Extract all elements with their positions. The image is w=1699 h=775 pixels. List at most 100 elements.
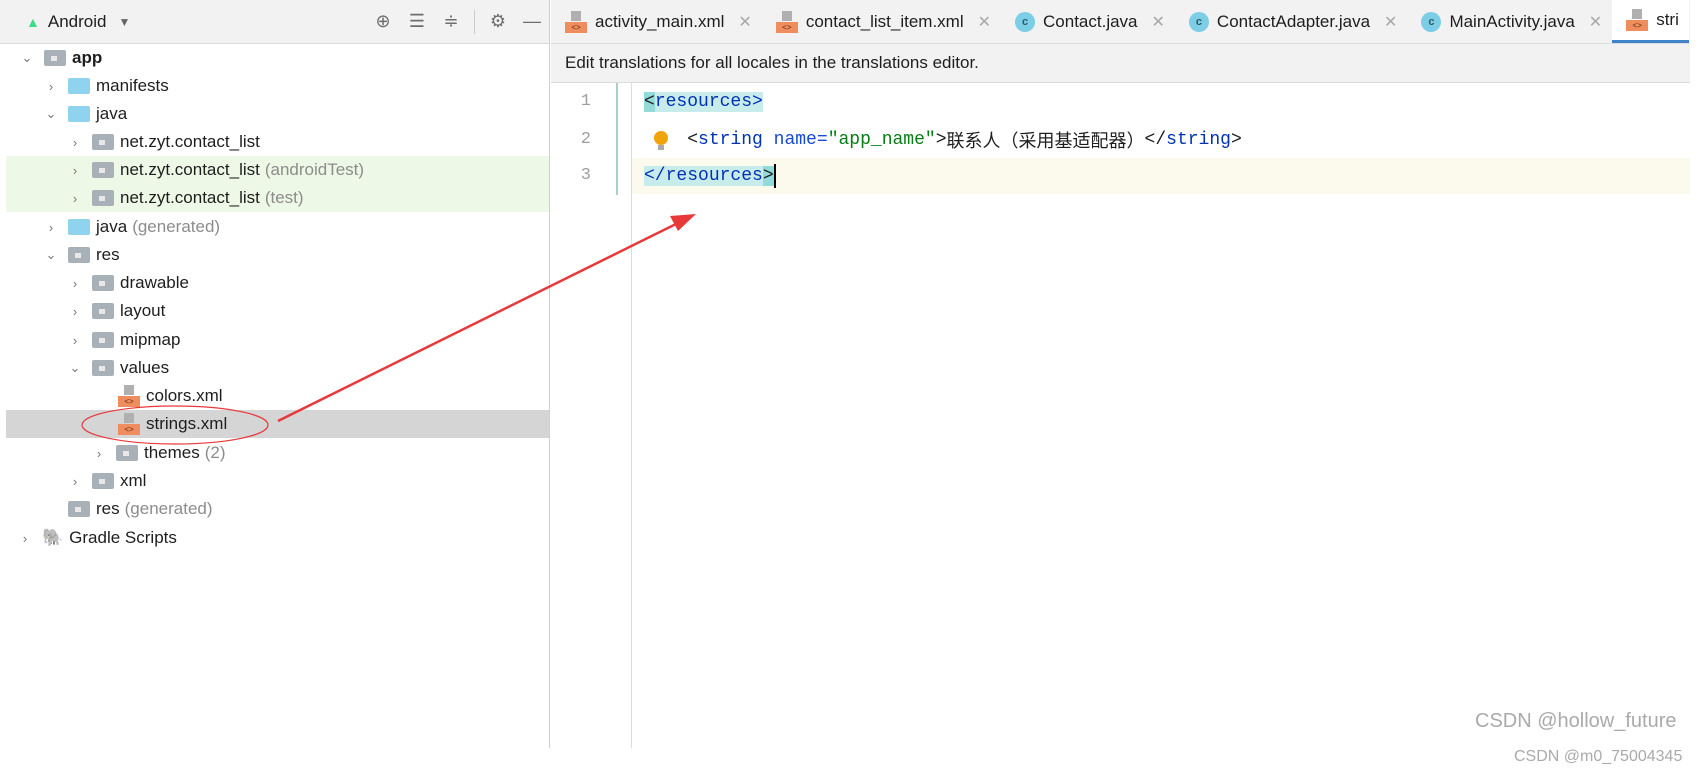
- tree-label: net.zyt.contact_list: [120, 160, 260, 179]
- project-panel-header: ▲ Android ▼ ⊕ ☰ ≑ ⚙ —: [0, 0, 549, 44]
- tree-label: app: [72, 48, 103, 67]
- android-icon: ▲: [26, 13, 40, 30]
- close-icon[interactable]: ✕: [1384, 12, 1397, 32]
- tree-item-strings-xml[interactable]: strings.xml: [6, 410, 549, 438]
- chevron-right-icon[interactable]: ›: [68, 135, 82, 150]
- tree-item-res-generated[interactable]: res (generated): [6, 495, 549, 523]
- tab-main-activity-java[interactable]: c MainActivity.java ✕: [1407, 0, 1612, 43]
- chevron-down-icon[interactable]: ⌄: [44, 106, 58, 122]
- xml-file-icon: [565, 11, 587, 33]
- tree-suffix: (test): [264, 188, 304, 207]
- minimize-icon[interactable]: —: [515, 11, 549, 32]
- module-icon: [44, 50, 66, 66]
- tree-item-drawable[interactable]: › drawable: [6, 269, 549, 297]
- editor-tabs: activity_main.xml ✕ contact_list_item.xml…: [551, 0, 1690, 44]
- chevron-down-icon[interactable]: ⌄: [44, 247, 58, 263]
- chevron-right-icon[interactable]: ›: [68, 163, 82, 178]
- tree-item-manifests[interactable]: › manifests: [6, 72, 549, 100]
- bracket: <: [687, 130, 699, 150]
- tree-item-java[interactable]: ⌄ java: [6, 100, 549, 128]
- tree-label: strings.xml: [146, 414, 228, 433]
- bracket: >: [752, 92, 763, 112]
- tab-contact-adapter-java[interactable]: c ContactAdapter.java ✕: [1175, 0, 1408, 43]
- class-icon: c: [1188, 12, 1209, 32]
- tree-item-package-androidtest[interactable]: › net.zyt.contact_list (androidTest): [6, 156, 549, 184]
- attribute-name: name: [773, 130, 817, 150]
- tab-label: contact_list_item.xml: [805, 12, 964, 31]
- tab-label: stri: [1656, 10, 1679, 29]
- code-line-3[interactable]: </resources>: [632, 158, 1690, 194]
- folder-icon: [68, 106, 90, 122]
- chevron-down-icon[interactable]: ⌄: [68, 360, 82, 376]
- tab-contact-list-item-xml[interactable]: contact_list_item.xml ✕: [762, 0, 1001, 43]
- tab-label: MainActivity.java: [1449, 12, 1575, 31]
- tree-item-layout[interactable]: › layout: [6, 297, 549, 325]
- tree-item-values[interactable]: ⌄ values: [6, 354, 549, 382]
- gradle-elephant-icon: 🐘: [42, 528, 64, 547]
- line-number: 1: [580, 92, 591, 111]
- tree-label: drawable: [120, 273, 189, 292]
- project-panel: ▲ Android ▼ ⊕ ☰ ≑ ⚙ — ⌄ app › manifests ⌄ j…: [0, 0, 550, 748]
- resource-folder-icon: [68, 501, 90, 517]
- xml-file-icon: [118, 413, 140, 435]
- tree-label: colors.xml: [146, 386, 223, 405]
- attribute-value: "app_name": [827, 130, 936, 150]
- collapse-all-icon[interactable]: ≑: [434, 11, 468, 32]
- bracket: <: [644, 92, 655, 112]
- package-icon: [92, 190, 114, 206]
- close-icon[interactable]: ✕: [978, 12, 991, 32]
- tag-name: resources: [654, 92, 753, 112]
- tree-item-xml[interactable]: › xml: [6, 467, 549, 495]
- tag-name: string: [1166, 130, 1231, 150]
- tag-highlight: <resources>: [644, 92, 763, 112]
- chevron-right-icon[interactable]: ›: [68, 304, 82, 319]
- code-line-1[interactable]: <resources>: [632, 84, 1690, 120]
- resource-folder-icon: [68, 247, 90, 263]
- chevron-right-icon[interactable]: ›: [44, 220, 58, 235]
- line-number: 3: [580, 166, 591, 185]
- xml-file-icon: [118, 385, 140, 407]
- tree-suffix: (2): [204, 443, 226, 462]
- tree-item-gradle-scripts[interactable]: › 🐘 Gradle Scripts: [6, 524, 549, 552]
- chevron-right-icon[interactable]: ›: [92, 446, 106, 461]
- close-icon[interactable]: ✕: [738, 12, 751, 32]
- code-line-2[interactable]: < string name = "app_name" > 联系人（采用基适配器） </str…: [632, 122, 1690, 158]
- translations-info-bar[interactable]: Edit translations for all locales in the…: [551, 44, 1690, 83]
- tree-item-package-test[interactable]: › net.zyt.contact_list (test): [6, 184, 549, 212]
- tree-suffix: (androidTest): [264, 160, 365, 179]
- bracket: </: [1144, 130, 1167, 150]
- tree-item-colors-xml[interactable]: colors.xml: [6, 382, 549, 410]
- annotation-arrowhead: [670, 214, 696, 231]
- tab-contact-java[interactable]: c Contact.java ✕: [1001, 0, 1175, 43]
- tree-label: net.zyt.contact_list: [120, 132, 260, 151]
- chevron-down-icon[interactable]: ▼: [118, 15, 130, 29]
- chevron-right-icon[interactable]: ›: [68, 333, 82, 348]
- chevron-right-icon[interactable]: ›: [68, 276, 82, 291]
- tree-item-mipmap[interactable]: › mipmap: [6, 326, 549, 354]
- tab-strings-xml[interactable]: stri: [1612, 0, 1689, 43]
- folder-icon: [68, 78, 90, 94]
- text-cursor: [773, 164, 776, 188]
- tree-item-res[interactable]: ⌄ res: [6, 241, 549, 269]
- tree-item-java-generated[interactable]: › java (generated): [6, 213, 549, 241]
- tree-item-app[interactable]: ⌄ app: [6, 44, 549, 72]
- locate-icon[interactable]: ⊕: [366, 11, 400, 32]
- chevron-right-icon[interactable]: ›: [18, 531, 32, 546]
- tag-name: resources: [665, 166, 763, 186]
- bracket: >: [762, 166, 774, 186]
- tree-item-package[interactable]: › net.zyt.contact_list: [6, 128, 549, 156]
- tree-label: values: [120, 358, 170, 377]
- chevron-right-icon[interactable]: ›: [44, 79, 58, 94]
- tab-activity-main-xml[interactable]: activity_main.xml ✕: [551, 0, 762, 43]
- expand-all-icon[interactable]: ☰: [400, 11, 434, 32]
- close-icon[interactable]: ✕: [1589, 12, 1602, 32]
- chevron-right-icon[interactable]: ›: [68, 191, 82, 206]
- tree-item-themes[interactable]: › themes (2): [6, 439, 549, 467]
- chevron-right-icon[interactable]: ›: [68, 474, 82, 489]
- gear-icon[interactable]: ⚙: [481, 11, 515, 32]
- view-selector[interactable]: Android: [48, 12, 107, 32]
- chevron-down-icon[interactable]: ⌄: [20, 50, 34, 66]
- close-icon[interactable]: ✕: [1152, 12, 1165, 32]
